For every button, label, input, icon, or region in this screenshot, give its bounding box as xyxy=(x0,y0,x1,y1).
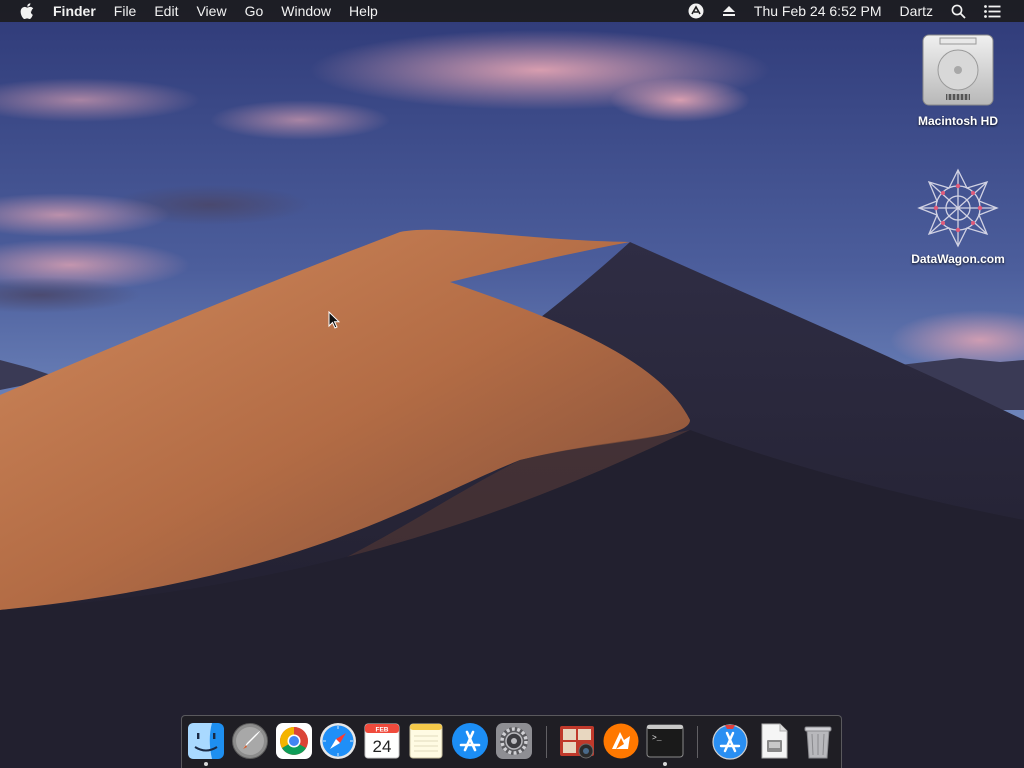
desktop-icon-label: Macintosh HD xyxy=(917,114,998,128)
mouse-cursor-icon xyxy=(328,311,340,329)
app-store-downloads-icon xyxy=(712,724,748,760)
menu-window[interactable]: Window xyxy=(272,0,340,22)
running-indicator xyxy=(204,762,208,766)
launchpad-icon xyxy=(232,723,268,759)
document-icon xyxy=(761,723,788,759)
trash-icon xyxy=(804,726,832,759)
dock-finder[interactable] xyxy=(187,722,225,760)
dock-chrome[interactable] xyxy=(275,722,313,760)
network-share-icon xyxy=(917,168,999,248)
terminal-prompt: >_ xyxy=(652,734,662,743)
user-name[interactable]: Dartz xyxy=(891,0,942,22)
menu-view[interactable]: View xyxy=(187,0,235,22)
menu-app-name[interactable]: Finder xyxy=(44,0,105,22)
terminal-icon: >_ xyxy=(646,724,684,758)
dock-terminal[interactable]: >_ xyxy=(646,722,684,760)
app-store-icon xyxy=(452,723,488,759)
dock-app-store[interactable] xyxy=(451,722,489,760)
accessibility-icon[interactable] xyxy=(679,0,713,22)
menu-help[interactable]: Help xyxy=(340,0,387,22)
eject-icon[interactable] xyxy=(713,0,745,22)
dock-separator xyxy=(697,726,698,758)
dock: FEB 24 >_ xyxy=(181,715,842,768)
dock-system-preferences[interactable] xyxy=(495,722,533,760)
calendar-day: 24 xyxy=(373,737,392,756)
menu-go[interactable]: Go xyxy=(236,0,273,22)
dock-safari[interactable] xyxy=(319,722,357,760)
dock-separator xyxy=(546,726,547,758)
notification-center-icon[interactable] xyxy=(975,0,1010,22)
calendar-month: FEB xyxy=(376,727,389,734)
spotlight-search-icon[interactable] xyxy=(942,0,975,22)
apple-menu-icon[interactable] xyxy=(0,3,44,19)
chrome-icon xyxy=(276,723,312,759)
notes-icon xyxy=(409,723,443,759)
dock-photo-booth[interactable] xyxy=(558,722,596,760)
safari-icon xyxy=(320,723,356,759)
photo-booth-icon xyxy=(560,726,594,759)
dock-notes[interactable] xyxy=(407,722,445,760)
finder-icon xyxy=(188,723,224,759)
running-indicator xyxy=(663,762,667,766)
desktop-icon-datawagon[interactable]: DataWagon.com xyxy=(903,168,1013,266)
calendar-icon: FEB 24 xyxy=(364,723,400,759)
dock-avast[interactable] xyxy=(602,722,640,760)
hard-drive-icon xyxy=(922,34,994,106)
menu-file[interactable]: File xyxy=(105,0,146,22)
dock-document[interactable] xyxy=(755,722,793,760)
desktop-wallpaper xyxy=(0,0,1024,768)
dock-trash[interactable] xyxy=(799,722,837,760)
clock[interactable]: Thu Feb 24 6:52 PM xyxy=(745,0,891,22)
desktop-icon-label: DataWagon.com xyxy=(911,252,1005,266)
dock-app-store-downloads[interactable] xyxy=(711,722,749,760)
desktop-icon-macintosh-hd[interactable]: Macintosh HD xyxy=(903,32,1013,128)
system-preferences-icon xyxy=(496,723,532,759)
dock-launchpad[interactable] xyxy=(231,722,269,760)
avast-icon xyxy=(603,723,639,759)
menu-edit[interactable]: Edit xyxy=(145,0,187,22)
menu-bar: Finder File Edit View Go Window Help Thu… xyxy=(0,0,1024,22)
dock-calendar[interactable]: FEB 24 xyxy=(363,722,401,760)
